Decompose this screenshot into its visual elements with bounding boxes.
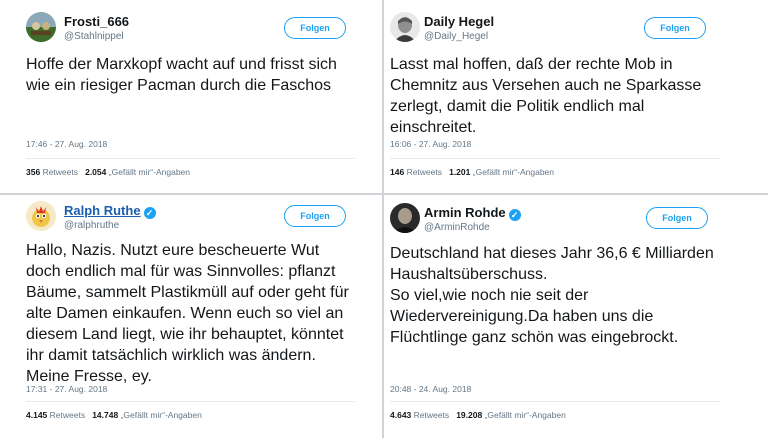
- tweet-collage: Frosti_666 @Stahlnippel Folgen Hoffe der…: [0, 0, 768, 438]
- tweet-text-line: So viel,wie noch nie seit der: [390, 287, 589, 304]
- tweet-stats: 4.643 Retweets 19.208 „Gefällt mir“-Anga…: [390, 410, 566, 420]
- avatar[interactable]: [390, 12, 420, 42]
- user-handle[interactable]: @ralphruthe: [64, 220, 119, 231]
- avatar[interactable]: [26, 201, 56, 231]
- follow-label: Folgen: [300, 23, 330, 33]
- tweet-stats: 4.145 Retweets 14.748 „Gefällt mir“-Anga…: [26, 410, 202, 420]
- like-label: „Gefällt mir“-Angaben: [484, 410, 566, 420]
- tweet-text-line: doch endlich mal für was Sinnvolles: pfl…: [26, 263, 336, 280]
- tweet-text-line: Hallo, Nazis. Nutzt eure bescheuerte Wut: [26, 242, 320, 259]
- follow-button[interactable]: Folgen: [646, 207, 708, 229]
- user-handle[interactable]: @Stahlnippel: [64, 31, 124, 42]
- verified-badge-icon: ✓: [143, 207, 156, 219]
- retweet-label: Retweets: [42, 167, 78, 177]
- tweet-stats: 356 Retweets 2.054 „Gefällt mir“-Angaben: [26, 167, 190, 177]
- avatar-portrait-icon: [390, 203, 420, 233]
- tweet-card-armin-rohde: Armin Rohde ✓ @ArminRohde Folgen Deutschl…: [384, 195, 768, 438]
- tweet-timestamp[interactable]: 16:06 - 27. Aug. 2018: [390, 139, 471, 149]
- tweet-text-line: zerlegt, damit die Politik endlich mal: [390, 98, 645, 115]
- user-handle[interactable]: @ArminRohde: [424, 222, 490, 233]
- retweet-label: Retweets: [49, 410, 86, 420]
- follow-button[interactable]: Folgen: [284, 205, 346, 227]
- tweet-text-line: einschreitet.: [390, 119, 477, 136]
- tweet-card-ralph-ruthe: Ralph Ruthe ✓ @ralphruthe Folgen Hallo, N…: [0, 195, 382, 438]
- tweet-text-line: Bäume, sammelt Plastikmüll auf oder geht…: [26, 284, 349, 301]
- retweet-label: Retweets: [413, 410, 450, 420]
- verified-badge-icon: ✓: [508, 209, 521, 221]
- tweet-text-line: Hoffe der Marxkopf wacht auf und frisst …: [26, 56, 337, 73]
- display-name-link[interactable]: Ralph Ruthe: [64, 203, 141, 218]
- like-label: „Gefällt mir“-Angaben: [472, 167, 555, 177]
- follow-label: Folgen: [300, 211, 330, 221]
- tweet-text: Lasst mal hoffen, daß der rechte Mob in …: [390, 54, 701, 138]
- avatar-cartoon-bird-icon: [26, 201, 56, 231]
- tweet-text: Deutschland hat dieses Jahr 36,6 € Milli…: [390, 243, 714, 348]
- avatar-landscape-icon: [26, 12, 56, 42]
- retweet-label: Retweets: [406, 167, 442, 177]
- like-count[interactable]: 14.748: [92, 410, 118, 420]
- tweet-timestamp[interactable]: 17:46 - 27. Aug. 2018: [26, 139, 107, 149]
- tweet-text-line: diesem Land liegt, wie ihr behauptet, kö…: [26, 326, 344, 343]
- display-name[interactable]: Armin Rohde ✓: [424, 205, 521, 221]
- follow-label: Folgen: [662, 213, 692, 223]
- tweet-stats: 146 Retweets 1.201 „Gefällt mir“-Angaben: [390, 167, 554, 177]
- display-name[interactable]: Ralph Ruthe ✓: [64, 203, 156, 219]
- stats-divider: [390, 158, 720, 159]
- stats-divider: [26, 401, 356, 402]
- avatar[interactable]: [26, 12, 56, 42]
- tweet-text-line: Flüchtlinge ganz schön was eingebrockt.: [390, 329, 679, 346]
- tweet-card-daily-hegel: Daily Hegel @Daily_Hegel Folgen Lasst ma…: [384, 0, 768, 193]
- display-name-text[interactable]: Armin Rohde: [424, 205, 506, 220]
- like-count[interactable]: 1.201: [449, 167, 470, 177]
- follow-label: Folgen: [660, 23, 690, 33]
- avatar-portrait-icon: [390, 12, 420, 42]
- tweet-text-line: Chemnitz aus Versehen auch ne Sparkasse: [390, 77, 702, 94]
- user-handle[interactable]: @Daily_Hegel: [424, 31, 488, 42]
- avatar[interactable]: [390, 203, 420, 233]
- tweet-text-line: alte Damen einkaufen. Wenn euch so viel …: [26, 305, 344, 322]
- tweet-text: Hoffe der Marxkopf wacht auf und frisst …: [26, 54, 337, 96]
- tweet-text-line: wie ein riesiger Pacman durch die Fascho…: [26, 77, 332, 94]
- follow-button[interactable]: Folgen: [284, 17, 346, 39]
- like-count[interactable]: 2.054: [85, 167, 106, 177]
- tweet-text: Hallo, Nazis. Nutzt eure bescheuerte Wut…: [26, 240, 349, 387]
- like-label: „Gefällt mir“-Angaben: [108, 167, 191, 177]
- display-name[interactable]: Daily Hegel: [424, 14, 494, 29]
- retweet-count[interactable]: 4.145: [26, 410, 47, 420]
- retweet-count[interactable]: 146: [390, 167, 404, 177]
- stats-divider: [26, 158, 356, 159]
- tweet-card-frosti: Frosti_666 @Stahlnippel Folgen Hoffe der…: [0, 0, 382, 193]
- tweet-text-line: Haushaltsüberschuss.: [390, 266, 548, 283]
- tweet-timestamp[interactable]: 17:31 - 27. Aug. 2018: [26, 384, 107, 394]
- display-name[interactable]: Frosti_666: [64, 14, 129, 29]
- like-count[interactable]: 19.208: [456, 410, 482, 420]
- tweet-text-line: Deutschland hat dieses Jahr 36,6 € Milli…: [390, 245, 714, 262]
- tweet-text-line: Wiedervereinigung.Da haben uns die: [390, 308, 654, 325]
- like-label: „Gefällt mir“-Angaben: [120, 410, 202, 420]
- follow-button[interactable]: Folgen: [644, 17, 706, 39]
- tweet-timestamp[interactable]: 20:48 - 24. Aug. 2018: [390, 384, 471, 394]
- stats-divider: [390, 401, 720, 402]
- tweet-text-line: Lasst mal hoffen, daß der rechte Mob in: [390, 56, 673, 73]
- tweet-text-line: ihr damit tatsächlich wirklich was änder…: [26, 347, 316, 364]
- retweet-count[interactable]: 4.643: [390, 410, 411, 420]
- retweet-count[interactable]: 356: [26, 167, 40, 177]
